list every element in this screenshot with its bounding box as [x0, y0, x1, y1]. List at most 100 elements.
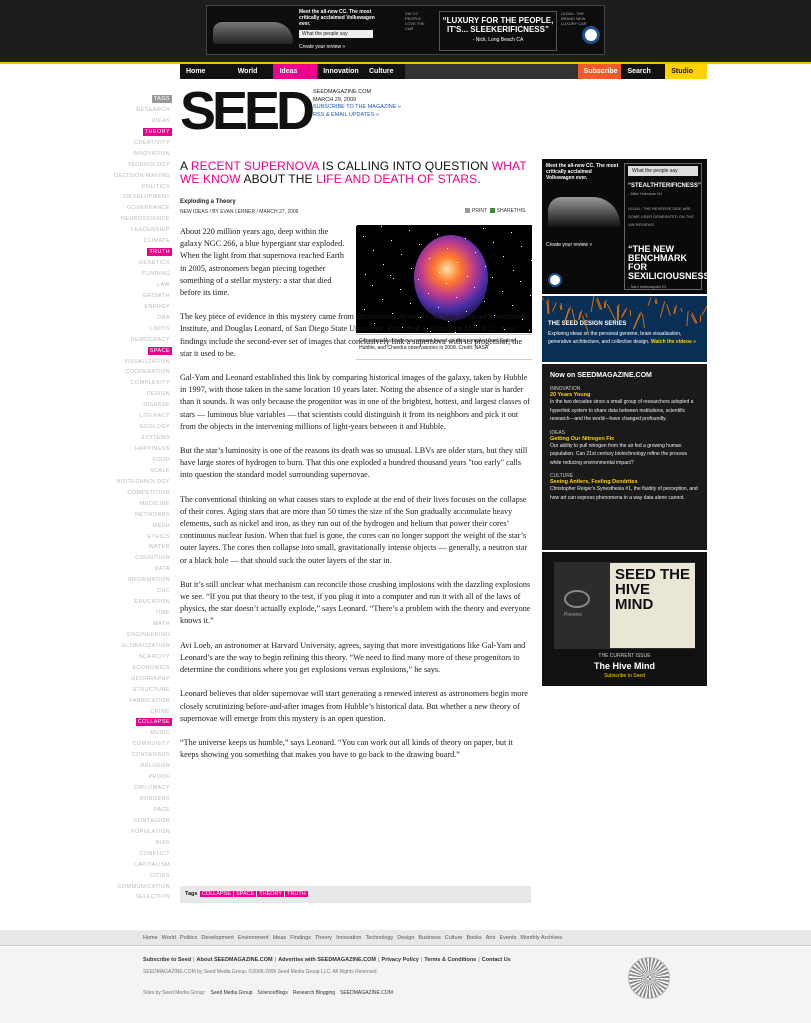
now-item[interactable]: IDEAS Getting Our Nitrogen Fix Our abili… [550, 430, 699, 468]
nav-item-studio[interactable]: Studio [665, 64, 707, 79]
share-icon[interactable] [489, 208, 495, 214]
current-issue[interactable]: Preview SEED THE HIVE MIND THE CURRENT I… [542, 552, 707, 686]
footer-nav-link[interactable]: Technology [365, 935, 393, 941]
footer-link[interactable]: Advertise with SEEDMAGAZINE.COM [278, 957, 376, 963]
decor-streak [571, 309, 576, 322]
ad-fine-print-right: LEGAL: THE BRAND NEW LUXURY CAR [561, 11, 587, 26]
tags-label: Tags [185, 891, 198, 897]
footer-nav-link[interactable]: Business [418, 935, 440, 941]
footer-nav-link[interactable]: World [162, 935, 176, 941]
nav-item-search[interactable]: Search [621, 64, 666, 79]
print-link[interactable]: PRINT [472, 208, 487, 214]
tag-nav-item[interactable]: SELECTION [135, 894, 172, 900]
footer-nav-link[interactable]: Innovation [336, 935, 361, 941]
nav-item-world[interactable]: World [231, 64, 274, 79]
sidebar-ad-car [548, 197, 620, 227]
footer-link[interactable]: Privacy Policy [382, 957, 419, 963]
footer-nav-link[interactable]: Development [201, 935, 233, 941]
sidebar-ad-button[interactable]: What the people say [628, 166, 698, 176]
footer-nav-link[interactable]: Design [397, 935, 414, 941]
separator: | [420, 957, 423, 963]
footer-link[interactable]: Subscribe to Seed [143, 957, 191, 963]
footer-nav-link[interactable]: Events [500, 935, 517, 941]
now-item[interactable]: INNOVATION 20 Years Young In the two dec… [550, 386, 699, 424]
sidebar-ad-create[interactable]: Create your review » [546, 242, 592, 248]
paragraph: But the star’s luminosity is one of the … [180, 446, 528, 480]
nav-item-subscribe[interactable]: Subscribe [577, 64, 622, 79]
footer-nav-link[interactable]: Environment [238, 935, 269, 941]
footer-nav-link[interactable]: Culture [445, 935, 463, 941]
print-icon[interactable] [465, 208, 470, 214]
ad-fine-print: VW CC PEOPLE LOVE THE CAR [405, 11, 425, 31]
footer-link[interactable]: About SEEDMAGAZINE.COM [197, 957, 273, 963]
issue-subscribe-link[interactable]: Subscribe to Seed [542, 673, 707, 679]
vw-logo-icon [582, 26, 600, 44]
decor-streak [647, 297, 652, 306]
sister-link[interactable]: Research Blogging [293, 990, 335, 996]
footer-nav-link[interactable]: Books [466, 935, 481, 941]
tag-link[interactable]: COLLAPSE [199, 891, 234, 897]
sister-link[interactable]: Seed Media Group [211, 990, 253, 996]
sidebar-ad-tagline: Meet the all-new CC. The most critically… [546, 163, 619, 181]
decor-streak [659, 301, 666, 318]
preview-label[interactable]: Preview [564, 612, 582, 618]
ad-people-say-button[interactable]: What the people say [299, 30, 373, 38]
top-bar: Meet the all-new CC. The most critically… [0, 0, 811, 62]
nav-item-innovation[interactable]: Innovation [317, 64, 363, 79]
ad-cta[interactable]: Create your review » [299, 44, 345, 50]
footer-nav-link[interactable]: Arts [486, 935, 496, 941]
sister-sites: Sites by Seed Media Group: Seed Media Gro… [143, 990, 393, 996]
subscribe-link[interactable]: SUBSCRIBE TO THE MAGAZINE » [313, 104, 401, 112]
site-date: MARCH 29, 2009 [313, 96, 357, 103]
tag-link[interactable]: THEORY [257, 891, 285, 897]
decor-streak [642, 313, 645, 329]
design-series-title: THE SEED DESIGN SERIES [548, 321, 627, 327]
paragraph: Avi Loeb, an astronomer at Harvard Unive… [180, 640, 526, 675]
separator: | [377, 957, 380, 963]
sister-link[interactable]: ScienceBlogs [258, 990, 288, 996]
sharethis-link[interactable]: SHARETHIS [497, 208, 526, 214]
ad-quote-by: - Nick, Long Beach CA [472, 37, 524, 43]
issue-title[interactable]: The Hive Mind [542, 661, 707, 671]
seed-logo[interactable]: SEED [180, 84, 315, 138]
paragraph: The conventional thinking on what causes… [180, 494, 528, 565]
tag-link[interactable]: TRUTH [285, 891, 308, 897]
tag-link[interactable]: SPACE [234, 891, 257, 897]
footer-link[interactable]: Terms & Conditions [424, 957, 476, 963]
star-dot [531, 260, 532, 261]
footer-nav-link[interactable]: Home [143, 935, 158, 941]
paragraph: The key piece of evidence in this myster… [180, 311, 531, 360]
sidebar-ad-quote3-text: “THE NEW BENCHMARK FOR SEXILICIOUSNESS” [628, 244, 707, 281]
site-info: SEEDMAGAZINE.COM MARCH 29, 2009 SUBSCRIB… [313, 89, 401, 119]
issue-cover[interactable]: SEED THE HIVE MIND [610, 563, 695, 648]
article-headline: A RECENT SUPERNOVA IS CALLING INTO QUEST… [180, 160, 535, 186]
footer-nav-link[interactable]: Findings [290, 935, 311, 941]
headline-part: LIFE AND DEATH OF STARS [316, 172, 478, 186]
headline-part: IS CALLING INTO QUESTION [318, 159, 492, 173]
sidebar-ad[interactable]: Meet the all-new CC. The most critically… [542, 159, 707, 294]
now-on-seed: Now on SEEDMAGAZINE.COM INNOVATION 20 Ye… [542, 364, 707, 550]
ad-banner[interactable]: Meet the all-new CC. The most critically… [206, 5, 605, 55]
separator: | [274, 957, 277, 963]
footer-nav-link[interactable]: Theory [315, 935, 332, 941]
sister-link[interactable]: SEEDMAGAZINE.COM [340, 990, 393, 996]
now-item[interactable]: CULTURE Seeing Antlers, Feeling Dendrite… [550, 473, 699, 502]
rss-link[interactable]: RSS & EMAIL UPDATES » [313, 112, 401, 120]
paragraph: Leonard believes that older supernovae w… [180, 689, 528, 723]
nav-item-home[interactable]: Home [180, 64, 232, 79]
design-series-promo[interactable]: THE SEED DESIGN SERIES Exploring ideas o… [542, 296, 707, 362]
preview-eye-icon[interactable] [564, 590, 590, 608]
watch-videos-link[interactable]: Watch the videos » [651, 339, 696, 345]
nav-item-culture[interactable]: Culture [362, 64, 405, 79]
nav-item-ideas[interactable]: Ideas [273, 64, 318, 79]
vw-logo-icon [548, 273, 562, 287]
footer-nav-link[interactable]: Politics [180, 935, 197, 941]
footer-nav-link[interactable]: Monthly Archives [520, 935, 562, 941]
headline-part: RECENT SUPERNOVA [190, 159, 319, 173]
footer-link[interactable]: Contact Us [482, 957, 511, 963]
paragraph: About 220 million years ago, deep within… [180, 227, 345, 298]
footer-nav-link[interactable]: Ideas [273, 935, 286, 941]
issue-label: THE CURRENT ISSUE [598, 653, 651, 659]
separator: | [478, 957, 480, 963]
journal-name: Nature [430, 324, 453, 334]
